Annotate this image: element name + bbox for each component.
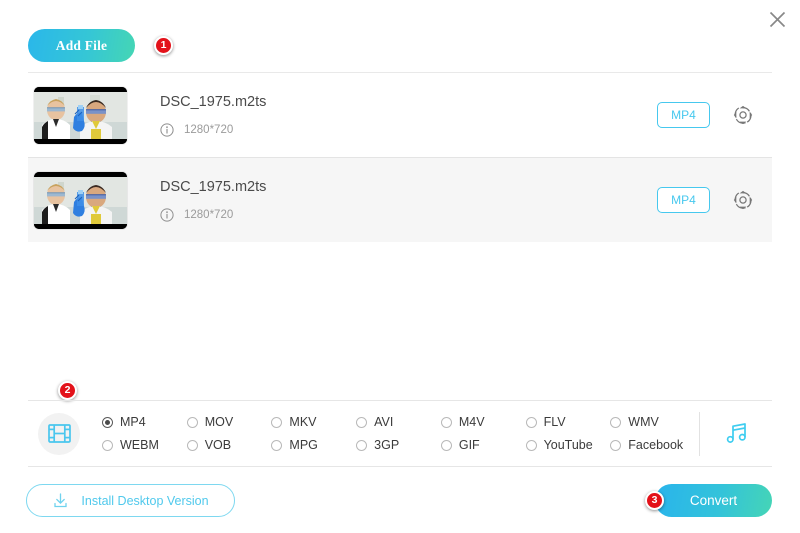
format-option-m4v[interactable]: M4V <box>441 415 526 429</box>
video-converter-window: Add File 1 <box>0 0 800 533</box>
format-option-label: AVI <box>374 415 393 429</box>
format-option-vob[interactable]: VOB <box>187 438 272 452</box>
format-panel: MP4 WEBM MOV VOB MKV MPG <box>28 400 772 467</box>
format-option-label: GIF <box>459 438 480 452</box>
radio-dot-icon <box>102 440 113 451</box>
gear-icon <box>732 104 754 126</box>
file-name: DSC_1975.m2ts <box>160 94 657 110</box>
file-list: DSC_1975.m2ts 1280*720 MP4 <box>28 72 772 242</box>
radio-dot-icon <box>526 417 537 428</box>
format-radio-group: MP4 WEBM MOV VOB MKV MPG <box>102 415 695 452</box>
close-icon <box>769 11 786 28</box>
music-note-icon <box>723 420 750 447</box>
file-subinfo: 1280*720 <box>160 208 657 222</box>
step-badge-3: 3 <box>645 491 664 510</box>
step-badge-2-wrap: 2 <box>58 381 77 400</box>
add-file-row: Add File 1 <box>28 29 173 62</box>
format-option-label: 3GP <box>374 438 399 452</box>
format-option-3gp[interactable]: 3GP <box>356 438 441 452</box>
format-option-label: MKV <box>289 415 316 429</box>
format-option-label: MPG <box>289 438 317 452</box>
settings-button[interactable] <box>732 189 754 211</box>
settings-button[interactable] <box>732 104 754 126</box>
format-option-label: MOV <box>205 415 233 429</box>
step-badge-2: 2 <box>58 381 77 400</box>
install-desktop-version-button[interactable]: Install Desktop Version <box>26 484 235 517</box>
table-row[interactable]: DSC_1975.m2ts 1280*720 MP4 <box>28 157 772 242</box>
file-resolution: 1280*720 <box>184 124 233 136</box>
format-option-mov[interactable]: MOV <box>187 415 272 429</box>
format-option-label: Facebook <box>628 438 683 452</box>
lab-scientists-thumbnail-image <box>34 172 127 229</box>
video-thumbnail <box>34 87 127 144</box>
format-option-label: WEBM <box>120 438 159 452</box>
output-format-tag[interactable]: MP4 <box>657 187 710 213</box>
output-format-tag[interactable]: MP4 <box>657 102 710 128</box>
format-option-mp4[interactable]: MP4 <box>102 415 187 429</box>
video-category-button[interactable] <box>38 413 80 455</box>
format-option-label: M4V <box>459 415 485 429</box>
film-strip-icon <box>47 421 72 446</box>
format-option-label: VOB <box>205 438 231 452</box>
format-option-mkv[interactable]: MKV <box>271 415 356 429</box>
install-desktop-version-label: Install Desktop Version <box>81 494 208 508</box>
format-option-label: YouTube <box>544 438 593 452</box>
file-resolution: 1280*720 <box>184 209 233 221</box>
add-file-button[interactable]: Add File <box>28 29 135 62</box>
format-option-youtube[interactable]: YouTube <box>526 438 611 452</box>
radio-dot-icon <box>271 440 282 451</box>
info-icon[interactable] <box>160 208 174 222</box>
file-name: DSC_1975.m2ts <box>160 179 657 195</box>
radio-dot-icon <box>610 417 621 428</box>
format-option-flv[interactable]: FLV <box>526 415 611 429</box>
format-option-label: FLV <box>544 415 566 429</box>
radio-dot-icon <box>526 440 537 451</box>
file-subinfo: 1280*720 <box>160 123 657 137</box>
close-button[interactable] <box>762 4 792 34</box>
format-option-label: MP4 <box>120 415 146 429</box>
format-option-facebook[interactable]: Facebook <box>610 438 695 452</box>
info-icon[interactable] <box>160 123 174 137</box>
video-thumbnail <box>34 172 127 229</box>
format-option-label: WMV <box>628 415 659 429</box>
convert-area: 3 Convert <box>645 484 772 517</box>
step-badge-1: 1 <box>154 36 173 55</box>
format-option-webm[interactable]: WEBM <box>102 438 187 452</box>
lab-scientists-thumbnail-image <box>34 87 127 144</box>
file-meta: DSC_1975.m2ts 1280*720 <box>160 179 657 222</box>
gear-icon <box>732 189 754 211</box>
radio-dot-icon <box>102 417 113 428</box>
radio-dot-icon <box>610 440 621 451</box>
radio-dot-icon <box>187 417 198 428</box>
format-option-wmv[interactable]: WMV <box>610 415 695 429</box>
file-meta: DSC_1975.m2ts 1280*720 <box>160 94 657 137</box>
format-option-avi[interactable]: AVI <box>356 415 441 429</box>
radio-dot-icon <box>271 417 282 428</box>
download-icon <box>52 492 69 509</box>
convert-button[interactable]: Convert <box>655 484 772 517</box>
table-row[interactable]: DSC_1975.m2ts 1280*720 MP4 <box>28 72 772 157</box>
format-option-gif[interactable]: GIF <box>441 438 526 452</box>
format-option-mpg[interactable]: MPG <box>271 438 356 452</box>
audio-category-button[interactable] <box>700 420 772 447</box>
radio-dot-icon <box>187 440 198 451</box>
radio-dot-icon <box>441 440 452 451</box>
radio-dot-icon <box>356 440 367 451</box>
radio-dot-icon <box>441 417 452 428</box>
radio-dot-icon <box>356 417 367 428</box>
